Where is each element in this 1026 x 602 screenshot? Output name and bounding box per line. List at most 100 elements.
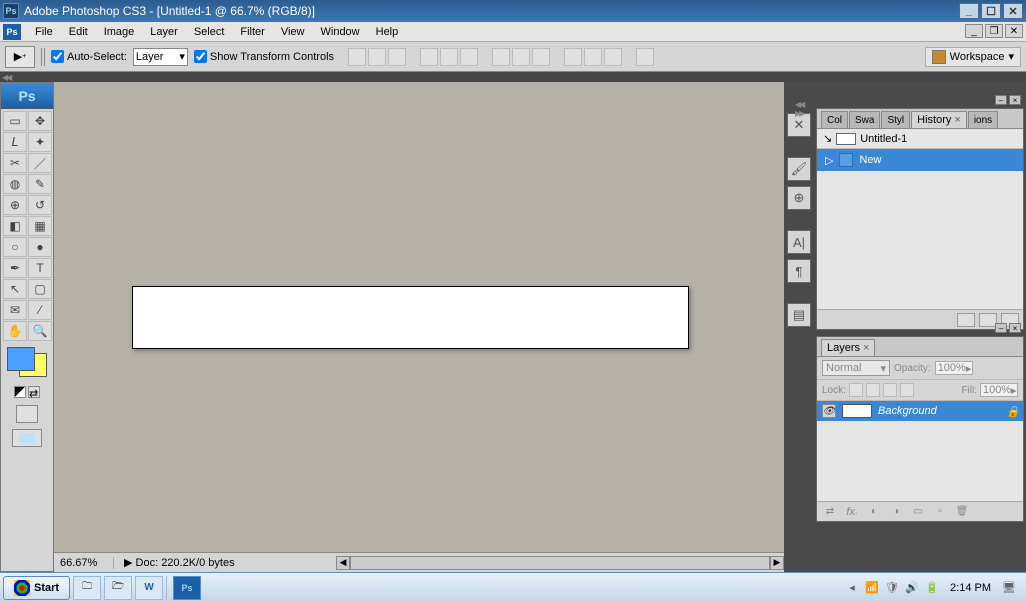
dist-bottom-icon[interactable] bbox=[532, 48, 550, 66]
eyedropper-tool-icon[interactable]: ⁄ bbox=[28, 300, 52, 320]
auto-align-icon[interactable] bbox=[636, 48, 654, 66]
opacity-field[interactable]: 100%▸ bbox=[935, 361, 973, 375]
foreground-color-swatch[interactable] bbox=[7, 347, 35, 371]
visibility-eye-icon[interactable]: 👁 bbox=[822, 404, 836, 418]
document-canvas[interactable] bbox=[132, 286, 689, 349]
h-scrollbar[interactable]: ◀ ▶ bbox=[336, 556, 784, 570]
show-transform-checkbox[interactable]: Show Transform Controls bbox=[194, 50, 334, 63]
expand-chevron-icon[interactable]: ◀◀ ▶▶ bbox=[793, 100, 805, 108]
tray-desktop-icon[interactable]: 🖥 bbox=[1001, 580, 1017, 596]
taskbar-word-icon[interactable]: W bbox=[135, 576, 163, 600]
marquee-tool-icon[interactable]: ▭ bbox=[3, 111, 27, 131]
wand-tool-icon[interactable]: ✦ bbox=[28, 132, 52, 152]
blur-tool-icon[interactable]: ○ bbox=[3, 237, 27, 257]
tab-layers[interactable]: Layers× bbox=[821, 339, 875, 356]
tray-shield-icon[interactable]: 🛡 bbox=[884, 580, 900, 596]
align-left-icon[interactable] bbox=[420, 48, 438, 66]
history-brush-tool-icon[interactable]: ↺ bbox=[28, 195, 52, 215]
history-snapshot-row[interactable]: ↘ Untitled-1 bbox=[817, 129, 1023, 149]
history-item[interactable]: ▷ New bbox=[817, 149, 1023, 171]
swap-colors-icon[interactable]: ⇄ bbox=[28, 386, 40, 398]
default-colors-icon[interactable] bbox=[14, 386, 26, 398]
align-right-icon[interactable] bbox=[460, 48, 478, 66]
dock-brushes-icon[interactable]: 🖌 bbox=[787, 157, 811, 181]
align-top-icon[interactable] bbox=[348, 48, 366, 66]
tray-volume-icon[interactable]: 🔊 bbox=[904, 580, 920, 596]
doc-info[interactable]: ▶ Doc: 220.2K/0 bytes bbox=[114, 556, 336, 569]
zoom-level[interactable]: 66.67% bbox=[54, 557, 114, 569]
scroll-track[interactable] bbox=[350, 556, 770, 570]
lock-pixels-icon[interactable] bbox=[866, 383, 880, 397]
layer-name[interactable]: Background bbox=[878, 405, 937, 417]
minimize-button[interactable]: _ bbox=[959, 3, 979, 19]
doc-close-button[interactable]: ✕ bbox=[1005, 24, 1023, 38]
shape-tool-icon[interactable]: ▢ bbox=[28, 279, 52, 299]
lock-transparency-icon[interactable] bbox=[849, 383, 863, 397]
menu-image[interactable]: Image bbox=[96, 24, 143, 40]
menu-filter[interactable]: Filter bbox=[232, 24, 272, 40]
auto-select-dropdown[interactable]: Layer▾ bbox=[133, 48, 188, 66]
start-button[interactable]: Start bbox=[3, 576, 70, 600]
align-bottom-icon[interactable] bbox=[388, 48, 406, 66]
new-doc-from-state-icon[interactable] bbox=[957, 313, 975, 327]
pen-tool-icon[interactable]: ✒ bbox=[3, 258, 27, 278]
panel-minimize-button[interactable]: – bbox=[995, 95, 1007, 105]
close-button[interactable]: ✕ bbox=[1003, 3, 1023, 19]
crop-tool-icon[interactable]: ✂ bbox=[3, 153, 27, 173]
path-tool-icon[interactable]: ↖ bbox=[3, 279, 27, 299]
eraser-tool-icon[interactable]: ◧ bbox=[3, 216, 27, 236]
scroll-left-icon[interactable]: ◀ bbox=[336, 556, 350, 570]
dodge-tool-icon[interactable]: ● bbox=[28, 237, 52, 257]
doc-minimize-button[interactable]: _ bbox=[965, 24, 983, 38]
toolbox-header-icon[interactable]: Ps bbox=[1, 83, 53, 109]
lock-all-icon[interactable] bbox=[900, 383, 914, 397]
layer-row[interactable]: 👁 Background 🔒 bbox=[817, 401, 1023, 421]
link-layers-icon[interactable]: ⇄ bbox=[821, 505, 839, 519]
notes-tool-icon[interactable]: ✉ bbox=[3, 300, 27, 320]
heal-tool-icon[interactable]: ◍ bbox=[3, 174, 27, 194]
blend-mode-dropdown[interactable]: Normal▾ bbox=[822, 360, 890, 376]
lock-position-icon[interactable] bbox=[883, 383, 897, 397]
doc-restore-button[interactable]: ❐ bbox=[985, 24, 1003, 38]
close-tab-icon[interactable]: × bbox=[863, 342, 869, 354]
collapse-chevron-icon[interactable]: ◀◀ bbox=[0, 73, 12, 81]
tray-clock[interactable]: 2:14 PM bbox=[944, 582, 997, 594]
menu-view[interactable]: View bbox=[273, 24, 313, 40]
dist-left-icon[interactable] bbox=[564, 48, 582, 66]
workspace-dropdown[interactable]: Workspace ▾ bbox=[925, 47, 1021, 67]
gradient-tool-icon[interactable]: ▦ bbox=[28, 216, 52, 236]
options-grip-icon[interactable] bbox=[41, 48, 45, 66]
brush-tool-icon[interactable]: ✎ bbox=[28, 174, 52, 194]
dist-vcenter-icon[interactable] bbox=[512, 48, 530, 66]
tray-network-icon[interactable]: 📶 bbox=[864, 580, 880, 596]
active-tool-icon[interactable]: ▶+ bbox=[5, 46, 35, 68]
close-tab-icon[interactable]: × bbox=[954, 114, 960, 126]
maximize-button[interactable]: ☐ bbox=[981, 3, 1001, 19]
tab-styles[interactable]: Styl bbox=[881, 111, 910, 128]
move-tool-icon[interactable]: ✥ bbox=[28, 111, 52, 131]
panel-close-button[interactable]: × bbox=[1009, 323, 1021, 333]
fill-field[interactable]: 100%▸ bbox=[980, 383, 1018, 397]
scroll-right-icon[interactable]: ▶ bbox=[770, 556, 784, 570]
dock-character-icon[interactable]: A| bbox=[787, 230, 811, 254]
panel-close-button[interactable]: × bbox=[1009, 95, 1021, 105]
mask-icon[interactable]: ◐ bbox=[865, 505, 883, 519]
delete-layer-icon[interactable]: 🗑 bbox=[953, 505, 971, 519]
tab-actions[interactable]: ions bbox=[968, 111, 998, 128]
dist-right-icon[interactable] bbox=[604, 48, 622, 66]
dist-top-icon[interactable] bbox=[492, 48, 510, 66]
tray-battery-icon[interactable]: 🔋 bbox=[924, 580, 940, 596]
menu-select[interactable]: Select bbox=[186, 24, 233, 40]
hand-tool-icon[interactable]: ✋ bbox=[3, 321, 27, 341]
taskbar-photoshop-icon[interactable]: Ps bbox=[173, 576, 201, 600]
align-hcenter-icon[interactable] bbox=[440, 48, 458, 66]
group-icon[interactable]: ▭ bbox=[909, 505, 927, 519]
tab-history[interactable]: History× bbox=[911, 111, 967, 128]
type-tool-icon[interactable]: T bbox=[28, 258, 52, 278]
zoom-tool-icon[interactable]: 🔍 bbox=[28, 321, 52, 341]
panel-minimize-button[interactable]: – bbox=[995, 323, 1007, 333]
menu-file[interactable]: File bbox=[27, 24, 61, 40]
lasso-tool-icon[interactable]: 𝘓 bbox=[3, 132, 27, 152]
canvas-area[interactable]: 66.67% ▶ Doc: 220.2K/0 bytes ◀ ▶ bbox=[54, 82, 784, 572]
dock-clone-icon[interactable]: ⊕ bbox=[787, 186, 811, 210]
